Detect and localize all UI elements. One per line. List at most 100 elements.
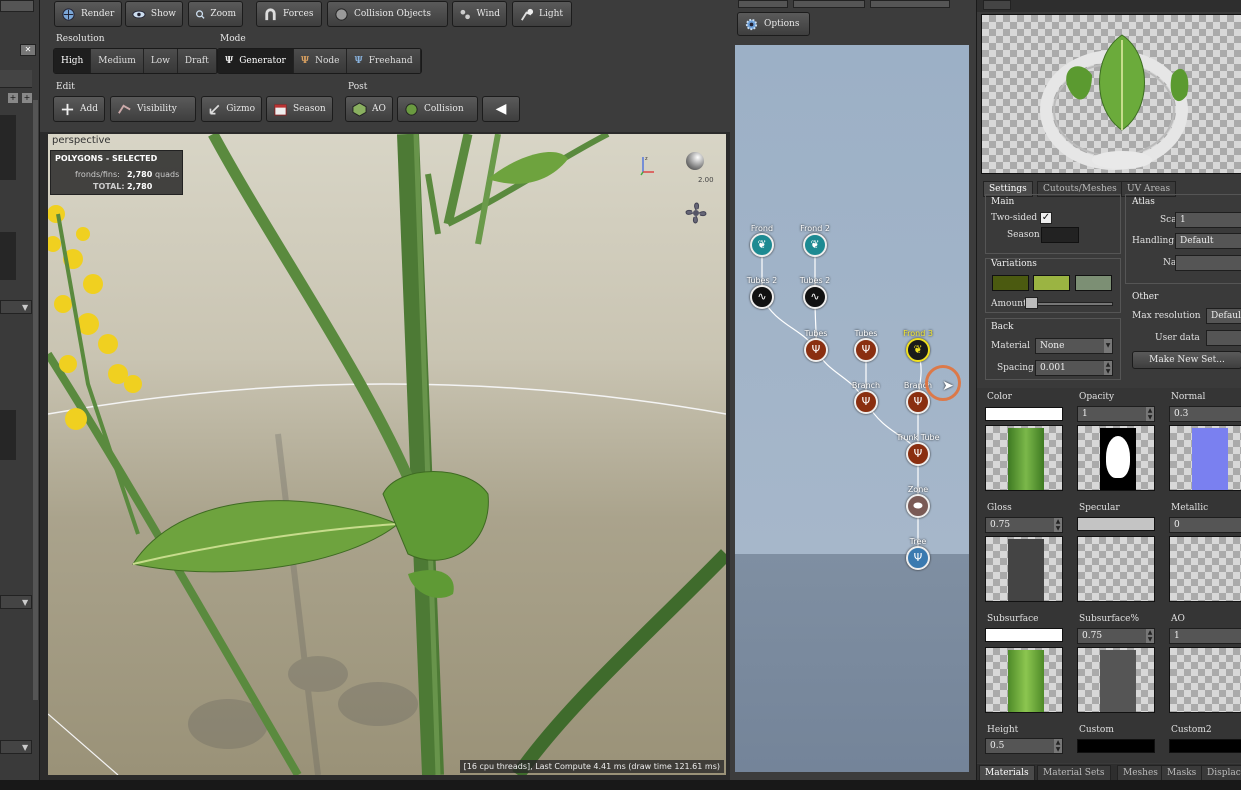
amount-slider[interactable] xyxy=(1025,302,1113,306)
spacing-field[interactable]: 0.001 ▲ ▼ xyxy=(1035,360,1113,376)
subsurface-map-thumbnail[interactable] xyxy=(985,647,1063,713)
subsurface-swatch[interactable] xyxy=(985,628,1063,642)
gizmo-button[interactable]: Gizmo xyxy=(201,96,262,122)
mode-node-label: Node xyxy=(315,56,340,66)
graph-node-tubes-2b[interactable]: ∿ xyxy=(803,285,827,309)
lighting-sphere-icon[interactable] xyxy=(686,152,704,170)
amount-slider-handle[interactable] xyxy=(1025,297,1038,309)
collision-button[interactable]: Collision xyxy=(397,96,478,122)
mode-generator[interactable]: Ψ Generator xyxy=(218,49,294,73)
subsurface-percent-field[interactable]: 0.75 ▲ ▼ xyxy=(1077,628,1155,644)
zoom-button[interactable]: Zoom xyxy=(188,1,243,27)
add-icon-2[interactable]: + xyxy=(22,93,32,103)
resolution-medium[interactable]: Medium xyxy=(91,49,144,73)
subsurface-percent-map-thumbnail[interactable] xyxy=(1077,647,1155,713)
normal-field[interactable]: 0.3 xyxy=(1169,406,1241,422)
resolution-high[interactable]: High xyxy=(54,49,92,73)
tab-meshes[interactable]: Meshes xyxy=(1117,765,1164,781)
light-button[interactable]: Light xyxy=(512,1,572,27)
user-data-field[interactable] xyxy=(1206,330,1241,346)
gloss-field[interactable]: 0.75 ▲ ▼ xyxy=(985,517,1063,533)
graph-node-branch-b[interactable]: Ψ xyxy=(906,390,930,414)
chevron-down-icon[interactable]: ▼ xyxy=(22,598,28,607)
visibility-button[interactable]: Visibility xyxy=(110,96,196,122)
ao-icon xyxy=(352,101,367,117)
graph-canvas[interactable]: ❦ Frond ❦ Frond 2 ∿ Tubes 2 ∿ Tubes 2 Ψ … xyxy=(735,45,969,772)
wind-fan-icon[interactable] xyxy=(681,198,711,228)
graph-top-button-2[interactable] xyxy=(793,0,865,8)
season-swatch[interactable] xyxy=(1041,227,1079,243)
metallic-map-thumbnail[interactable] xyxy=(1169,536,1241,602)
left-close-icon[interactable]: ✕ xyxy=(20,44,36,56)
stats-total-value: 2,780 xyxy=(127,182,153,191)
chevron-down-icon[interactable]: ▼ xyxy=(22,743,28,752)
two-sided-checkbox[interactable]: ✓ xyxy=(1040,212,1052,224)
season-button[interactable]: Season xyxy=(266,96,333,122)
graph-node-trunk-tube[interactable]: Ψ xyxy=(906,442,930,466)
graph-node-zone[interactable]: ⬬ xyxy=(906,494,930,518)
graph-top-button[interactable] xyxy=(738,0,788,8)
show-button[interactable]: Show xyxy=(125,1,183,27)
graph-node-tree[interactable]: Ψ xyxy=(906,546,930,570)
max-resolution-label: Max resolution xyxy=(1132,311,1201,321)
resolution-low[interactable]: Low xyxy=(143,49,178,73)
handling-dropdown[interactable]: Default xyxy=(1175,233,1241,249)
specular-swatch[interactable] xyxy=(1077,517,1155,531)
graph-node-tubes-a[interactable]: Ψ xyxy=(804,338,828,362)
make-new-set-button[interactable]: Make New Set... xyxy=(1132,351,1241,369)
normal-map-thumbnail[interactable] xyxy=(1169,425,1241,491)
graph-node-branch-a[interactable]: Ψ xyxy=(854,390,878,414)
mode-freehand[interactable]: Ψ Freehand xyxy=(347,49,421,73)
material-preview[interactable] xyxy=(981,14,1241,174)
mode-node[interactable]: Ψ Node xyxy=(293,49,348,73)
specular-map-thumbnail[interactable] xyxy=(1077,536,1155,602)
name-field[interactable] xyxy=(1175,255,1241,271)
back-material-dropdown[interactable]: None ▼ xyxy=(1035,338,1113,354)
tab-displacement[interactable]: Displac xyxy=(1201,765,1241,781)
graph-node-tubes-2a[interactable]: ∿ xyxy=(750,285,774,309)
tab-material-sets[interactable]: Material Sets xyxy=(1037,765,1111,781)
collision-objects-button[interactable]: Collision Objects xyxy=(327,1,448,27)
axis-gizmo-icon[interactable]: z xyxy=(640,154,658,176)
graph-node-frond-2[interactable]: ❦ xyxy=(803,233,827,257)
graph-node-frond[interactable]: ❦ xyxy=(750,233,774,257)
wind-button[interactable]: Wind xyxy=(452,1,507,27)
render-button[interactable]: Render xyxy=(54,1,122,27)
metallic-field[interactable]: 0 xyxy=(1169,517,1241,533)
scale-field[interactable]: 1 xyxy=(1175,212,1241,228)
variation-swatch-2[interactable] xyxy=(1033,275,1070,291)
variation-swatch-3[interactable] xyxy=(1075,275,1112,291)
options-button[interactable]: Options xyxy=(737,12,810,36)
variation-swatch-1[interactable] xyxy=(992,275,1029,291)
ao-field[interactable]: 1 xyxy=(1169,628,1241,644)
opacity-map-thumbnail[interactable] xyxy=(1077,425,1155,491)
gloss-map-thumbnail[interactable] xyxy=(985,536,1063,602)
ao-map-thumbnail[interactable] xyxy=(1169,647,1241,713)
graph-top-button-3[interactable] xyxy=(870,0,950,8)
opacity-field[interactable]: 1 ▲ ▼ xyxy=(1077,406,1155,422)
graph-node-tubes-b[interactable]: Ψ xyxy=(854,338,878,362)
color-map-thumbnail[interactable] xyxy=(985,425,1063,491)
back-arrow-button[interactable]: ◀ xyxy=(482,96,520,122)
chevron-down-icon[interactable]: ▼ xyxy=(22,303,28,312)
add-icon[interactable]: + xyxy=(8,93,18,103)
add-button[interactable]: Add xyxy=(53,96,105,122)
resolution-draft[interactable]: Draft xyxy=(177,49,217,73)
max-resolution-dropdown[interactable]: Defaul xyxy=(1206,308,1241,324)
preview-button[interactable] xyxy=(983,0,1011,10)
left-sidebar-tab[interactable] xyxy=(0,0,34,12)
graph-node-frond-3[interactable]: ❦ xyxy=(906,338,930,362)
freehand-icon: Ψ xyxy=(354,56,363,66)
viewport-3d[interactable]: perspective POLYGONS - SELECTED fronds/f… xyxy=(48,134,726,775)
polygon-stats-panel: POLYGONS - SELECTED fronds/fins: 2,780 q… xyxy=(50,150,183,195)
ao-button[interactable]: AO xyxy=(345,96,393,122)
node-label: Tubes xyxy=(804,329,828,338)
custom2-swatch[interactable] xyxy=(1169,739,1241,753)
tab-materials[interactable]: Materials xyxy=(979,765,1035,781)
tab-masks[interactable]: Masks xyxy=(1161,765,1203,781)
custom-swatch[interactable] xyxy=(1077,739,1155,753)
left-scrollbar[interactable] xyxy=(33,100,38,700)
height-field[interactable]: 0.5 ▲ ▼ xyxy=(985,738,1063,754)
forces-button[interactable]: Forces xyxy=(256,1,322,27)
color-swatch[interactable] xyxy=(985,407,1063,421)
